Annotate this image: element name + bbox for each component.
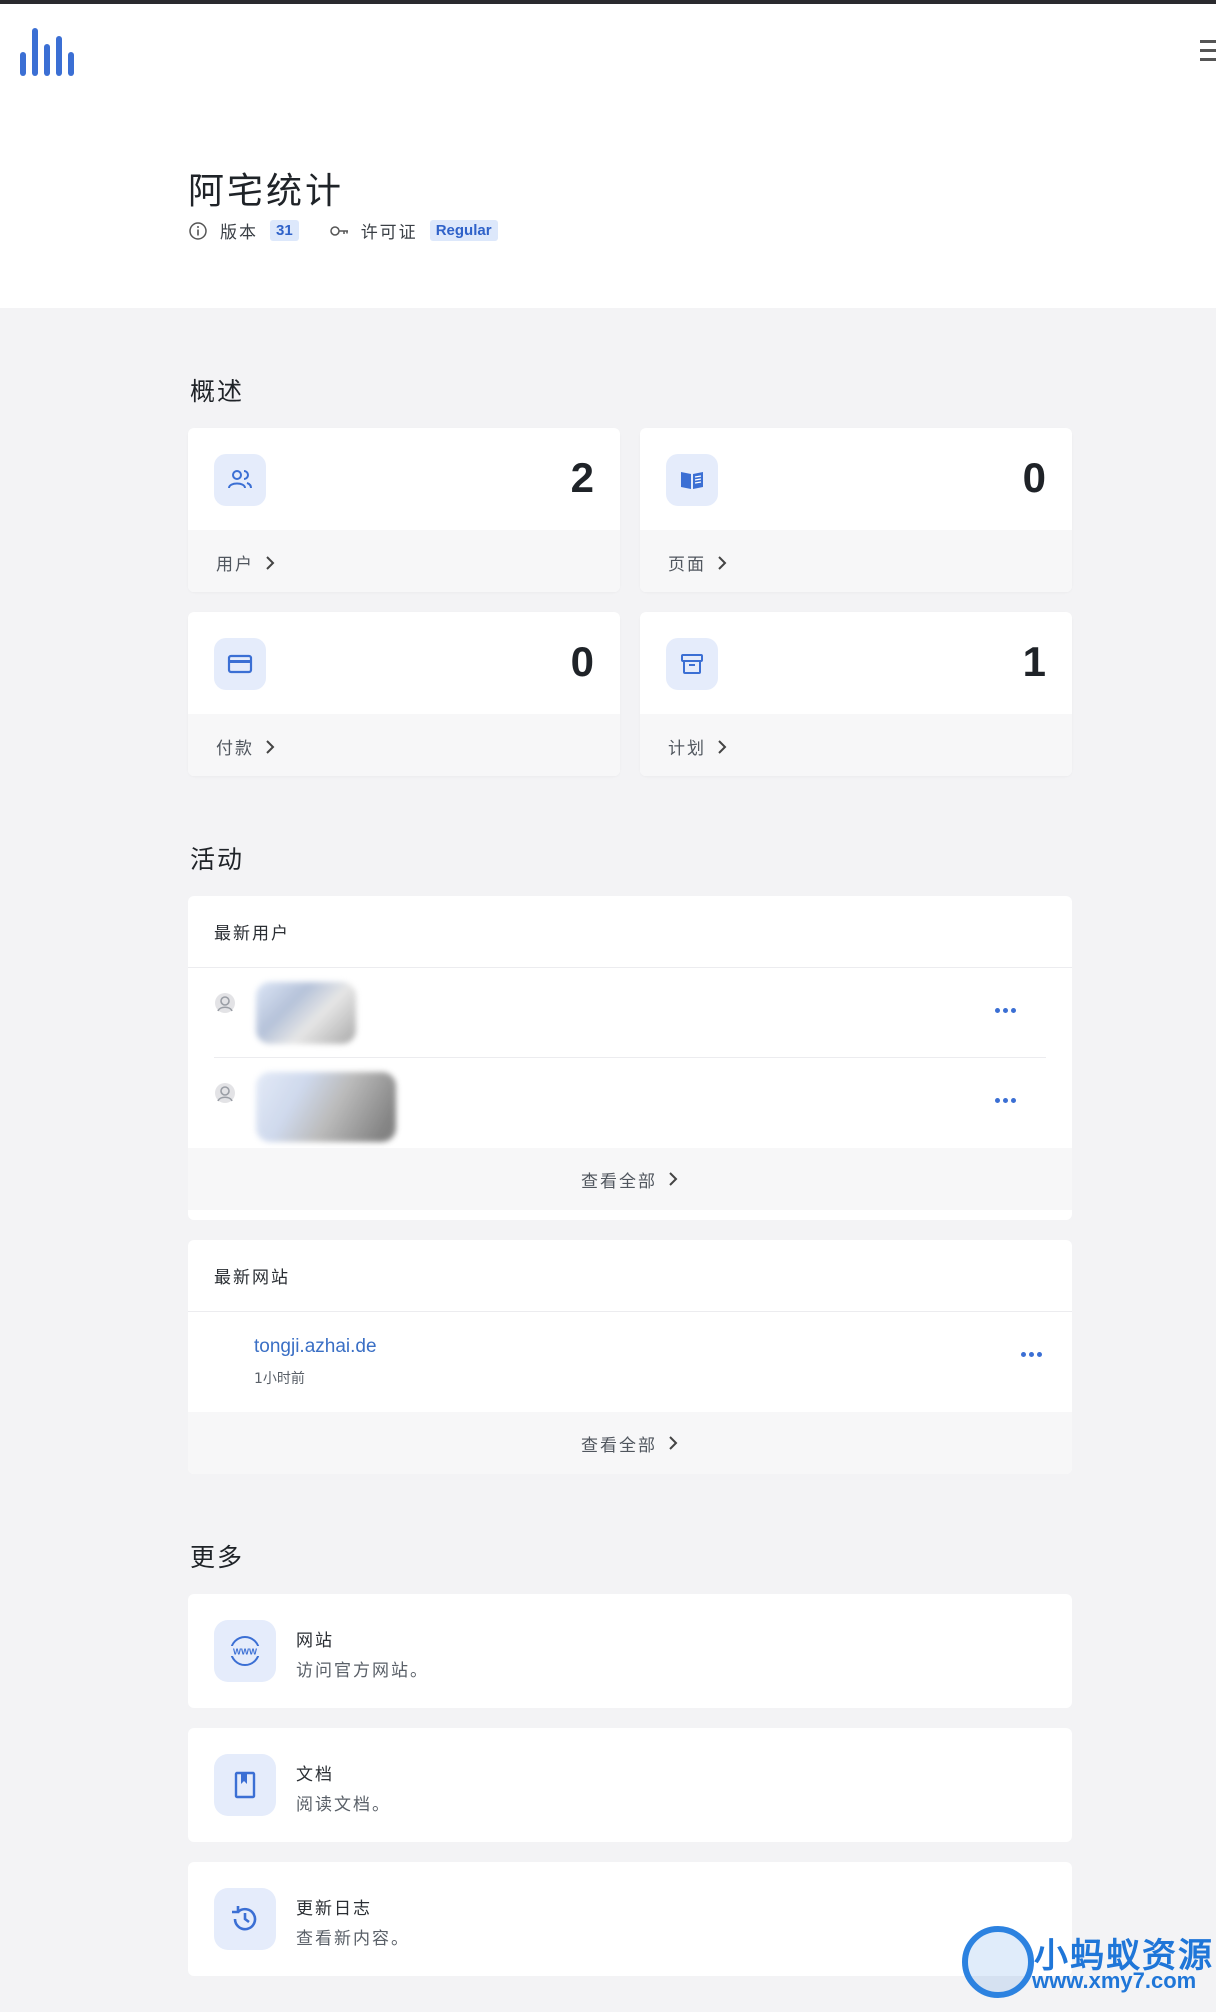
license-label: 许可证 [360,223,418,243]
credit-card-icon [214,638,266,690]
payments-link[interactable]: 付款 [216,734,276,759]
stat-card-pages: 0 页面 [640,428,1072,592]
package-icon [666,638,718,690]
latest-sites-title: 最新网站 [188,1240,1072,1312]
more-options-icon[interactable] [995,1098,1016,1103]
docs-desc: 阅读文档。 [296,1795,391,1815]
latest-users-title: 最新用户 [188,896,1072,968]
changelog-title: 更新日志 [296,1899,372,1919]
plans-link-label: 计划 [668,739,706,759]
website-title: 网站 [296,1631,334,1651]
chevron-right-icon [669,1436,678,1450]
bookmark-book-icon [214,1754,276,1816]
stat-card-payments: 0 付款 [188,612,620,776]
redacted-user-info [256,1072,396,1142]
app-header: 阿宅统计 版本 31 许可证 Regular [0,94,1216,308]
version-label: 版本 [220,223,258,243]
site-list-item[interactable]: tongji.azhai.de 1小时前 [188,1312,1072,1412]
user-avatar-icon [215,1083,235,1103]
stat-card-plans: 1 计划 [640,612,1072,776]
version-badge: 31 [270,220,299,241]
more-item-docs[interactable]: 文档 阅读文档。 [188,1728,1072,1842]
top-navbar [0,4,1216,94]
book-open-icon [666,454,718,506]
chevron-right-icon [669,1172,678,1186]
page-title: 阿宅统计 [188,171,345,212]
user-list-item[interactable] [214,968,1046,1058]
stat-card-users: 2 用户 [188,428,620,592]
user-list-item[interactable] [214,1058,1046,1148]
pages-link-label: 页面 [668,555,706,575]
pages-link[interactable]: 页面 [668,550,728,575]
watermark-logo-icon [962,1926,1034,1998]
bar-chart-logo-icon[interactable] [18,22,76,78]
users-icon [214,454,266,506]
plans-count: 1 [1022,638,1046,685]
users-link-label: 用户 [216,555,254,575]
more-item-changelog[interactable]: 更新日志 查看新内容。 [188,1862,1072,1976]
site-time: 1小时前 [254,1371,305,1387]
pages-count: 0 [1022,454,1046,501]
website-desc: 访问官方网站。 [296,1661,429,1681]
redacted-user-info [256,982,356,1044]
latest-sites-panel: 最新网站 tongji.azhai.de 1小时前 查看全部 [188,1240,1072,1474]
info-circle-icon [189,221,207,240]
users-count: 2 [570,454,594,501]
user-avatar-icon [215,993,235,1013]
overview-section-title: 概述 [190,377,245,406]
docs-title: 文档 [296,1765,334,1785]
history-icon [214,1888,276,1950]
svg-text:WWW: WWW [233,1647,258,1657]
app-meta: 版本 31 许可证 Regular [188,218,498,243]
site-url-link[interactable]: tongji.azhai.de [254,1336,377,1358]
view-all-users-label: 查看全部 [581,1171,657,1192]
activity-section-title: 活动 [190,845,245,874]
key-icon [329,225,348,236]
more-options-icon[interactable] [995,1008,1016,1013]
view-all-sites-label: 查看全部 [581,1435,657,1456]
watermark: 小蚂蚁资源网 www.xmy7.com [962,1924,1216,2000]
more-item-website[interactable]: WWW 网站 访问官方网站。 [188,1594,1072,1708]
view-all-sites-link[interactable]: 查看全部 [188,1412,1072,1474]
watermark-url: www.xmy7.com [1032,1968,1197,1993]
chevron-right-icon [266,555,275,570]
changelog-desc: 查看新内容。 [296,1929,410,1949]
chevron-right-icon [718,555,727,570]
license-badge: Regular [429,220,498,241]
payments-count: 0 [570,638,594,685]
more-section-title: 更多 [190,1543,245,1572]
payments-link-label: 付款 [216,739,254,759]
hamburger-menu-icon[interactable] [1200,40,1216,64]
view-all-users-link[interactable]: 查看全部 [188,1148,1072,1210]
more-options-icon[interactable] [1021,1352,1042,1357]
chevron-right-icon [718,739,727,754]
chevron-right-icon [266,739,275,754]
plans-link[interactable]: 计划 [668,734,728,759]
www-globe-icon: WWW [214,1620,276,1682]
latest-users-panel: 最新用户 查看全部 [188,896,1072,1220]
users-link[interactable]: 用户 [216,550,276,575]
